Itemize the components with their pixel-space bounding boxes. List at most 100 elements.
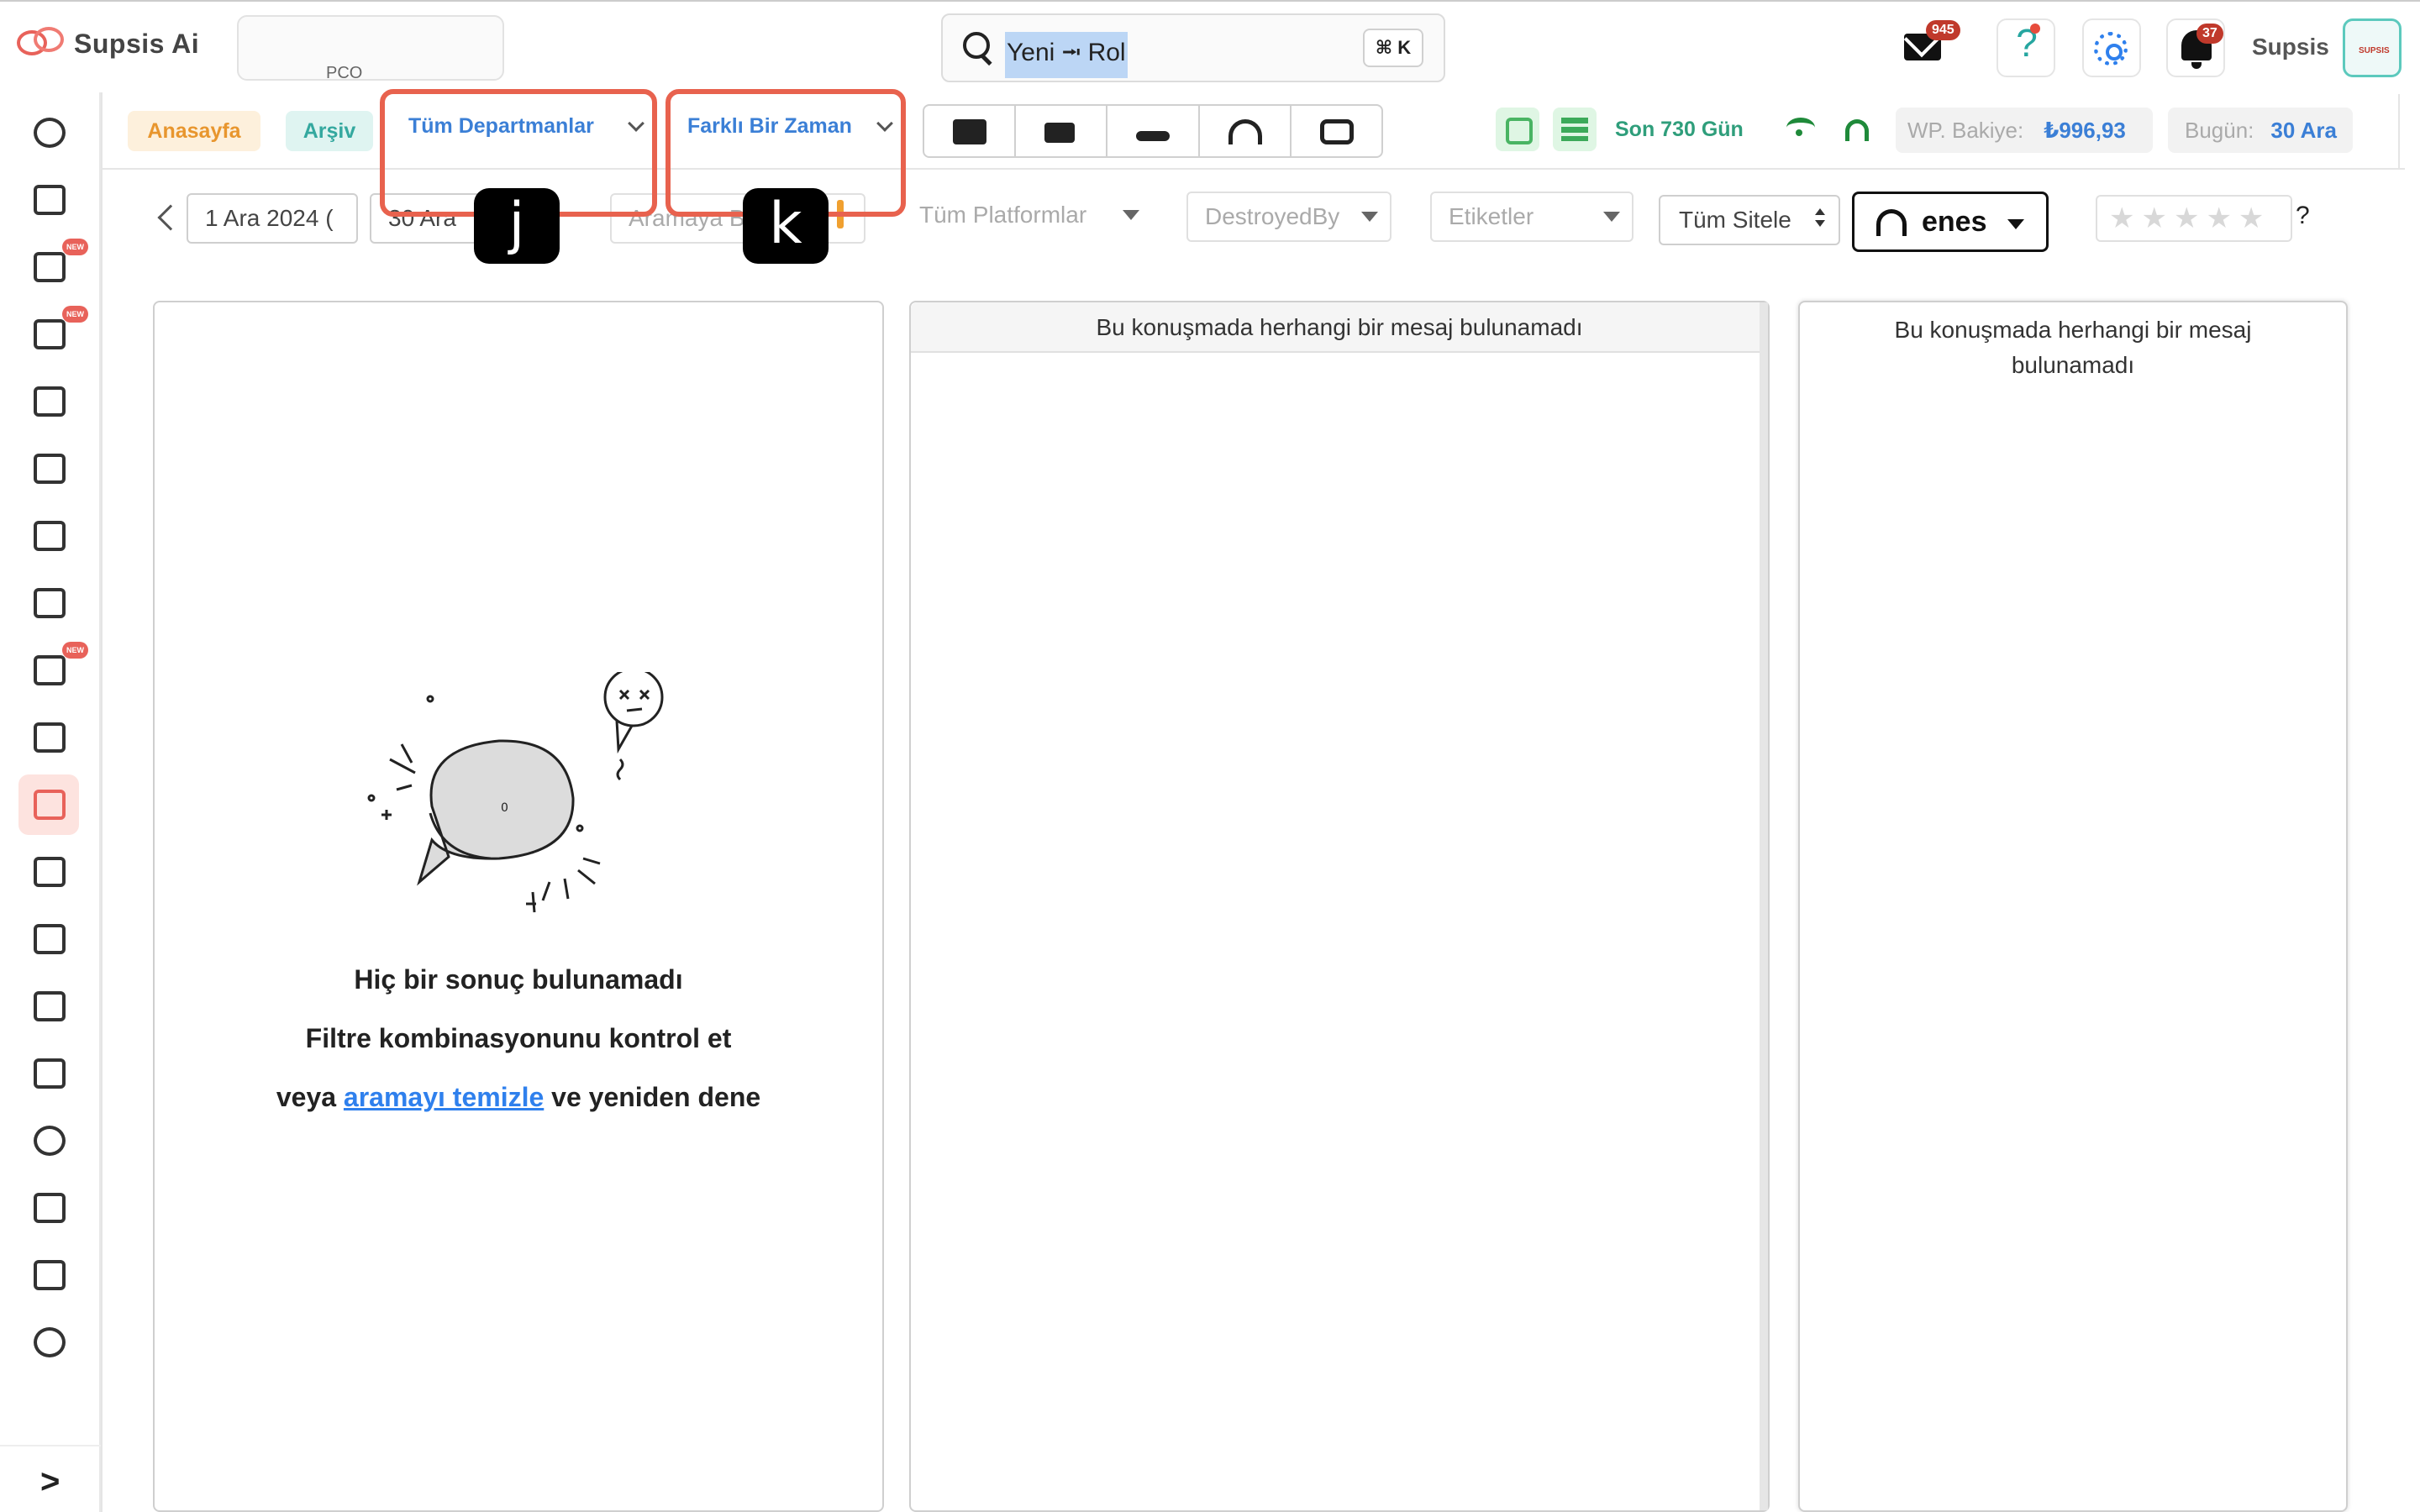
logo-bubbles-icon xyxy=(17,25,67,62)
archive-chip[interactable]: Arşiv xyxy=(286,111,373,151)
app-logo[interactable]: Supsis Ai xyxy=(17,25,199,62)
help-dot xyxy=(2030,24,2040,34)
new-badge: NEW xyxy=(62,642,88,659)
sidebar-item-mail[interactable] xyxy=(18,438,79,499)
sidebar-item-inbox[interactable] xyxy=(18,774,79,835)
flower-icon xyxy=(34,252,66,282)
sites-select[interactable]: Tüm Sitele xyxy=(1659,195,1840,245)
wp-balance: WP. Bakiye: ₺996,93 xyxy=(1896,108,2153,153)
search-input[interactable]: Yeni ⭲ Rol xyxy=(1005,32,1128,78)
list-icon xyxy=(34,588,66,618)
ticket-icon xyxy=(34,722,66,753)
new-badge: NEW xyxy=(62,306,88,323)
sidebar-item-gear[interactable] xyxy=(18,1110,79,1171)
period-label[interactable]: Son 730 Gün xyxy=(1615,118,1744,142)
sidebar-item-contact-card[interactable] xyxy=(18,371,79,432)
bubble-count: 0 xyxy=(501,801,508,815)
user-name[interactable]: Supsis xyxy=(2252,34,2329,60)
new-badge: NEW xyxy=(62,239,88,255)
platforms-dropdown[interactable]: Tüm Platformlar xyxy=(902,192,1151,242)
avatar[interactable]: SUPSIS xyxy=(2343,18,2402,77)
search-shortcut-hint: ⌘ K xyxy=(1363,29,1423,67)
sidebar-item-robot[interactable] xyxy=(18,170,79,230)
workspace-label: PCO xyxy=(326,64,363,82)
channel-agent-button[interactable] xyxy=(1200,106,1292,156)
sidebar: NEW NEW NEW > xyxy=(0,92,101,1512)
agent-name: enes xyxy=(1922,206,1987,238)
sidebar-item-ticket[interactable] xyxy=(18,707,79,768)
app-name: Supsis Ai xyxy=(74,28,200,59)
channel-video-button[interactable] xyxy=(1016,106,1108,156)
workspace-selector[interactable]: PCO xyxy=(237,15,504,82)
edit-list-icon xyxy=(34,655,66,685)
users-icon xyxy=(34,857,66,887)
sidebar-item-table[interactable]: NEW xyxy=(18,304,88,365)
table-icon xyxy=(34,319,66,349)
divider xyxy=(0,1445,101,1446)
sidebar-item-chat-bubble[interactable] xyxy=(18,102,79,163)
sidebar-item-flower[interactable]: NEW xyxy=(18,237,88,297)
sidebar-item-calendar[interactable] xyxy=(18,506,79,566)
conversation-list-panel: 0 Hiç bir sonuç bulunamadı Filtre kombin… xyxy=(153,301,884,1512)
video-icon xyxy=(1044,123,1076,143)
mail-count-badge: 945 xyxy=(1926,20,1960,40)
caret-down-icon xyxy=(2007,219,2024,229)
sidebar-item-share[interactable] xyxy=(18,1178,79,1238)
conversation-messages-panel: Bu konuşmada herhangi bir mesaj bulunama… xyxy=(909,301,1770,1512)
no-messages-text: Bu konuşmada herhangi bir mesaj bulunama… xyxy=(1894,317,2252,378)
no-messages-text: Bu konuşmada herhangi bir mesaj bulunama… xyxy=(911,302,1768,353)
global-search[interactable]: Yeni ⭲ Rol ⌘ K xyxy=(941,13,1445,82)
empty-state-illustration: 0 xyxy=(367,672,664,913)
start-date-field[interactable]: 1 Ara 2024 ( xyxy=(187,193,358,244)
caret-down-icon xyxy=(1603,212,1620,222)
sites-label: Tüm Sitele xyxy=(1679,207,1791,233)
divider xyxy=(2398,94,2400,170)
sidebar-item-grid[interactable] xyxy=(18,1043,79,1104)
scrollbar[interactable] xyxy=(1760,302,1768,1510)
missed-call-icon xyxy=(1136,131,1171,141)
wp-balance-label: WP. Bakiye: xyxy=(1907,118,2024,143)
chat-bubble-icon xyxy=(34,118,66,148)
pen-icon xyxy=(34,924,66,954)
sidebar-item-edit-list[interactable]: NEW xyxy=(18,640,88,701)
sidebar-collapse-button[interactable]: > xyxy=(40,1463,60,1501)
bot-icon xyxy=(1319,119,1354,144)
channel-chat-button[interactable] xyxy=(924,106,1017,156)
server-status-icon[interactable] xyxy=(1553,108,1597,151)
sidebar-item-lightning[interactable] xyxy=(18,976,79,1037)
robot-status-icon[interactable] xyxy=(1496,108,1539,151)
annotation-tag-k: k xyxy=(743,188,829,264)
sidebar-item-users[interactable] xyxy=(18,842,79,902)
sidebar-item-pen[interactable] xyxy=(18,909,79,969)
sidebar-item-list[interactable] xyxy=(18,573,79,633)
clear-search-link[interactable]: aramayı temizle xyxy=(344,1082,544,1112)
contact-card-icon xyxy=(34,386,66,417)
gear-icon xyxy=(2094,32,2128,66)
home-chip[interactable]: Anasayfa xyxy=(128,111,260,151)
wifi-icon xyxy=(1786,118,1815,138)
empty-title: Hiç bir sonuç bulunamadı xyxy=(354,964,683,995)
pie-chart-icon xyxy=(34,1327,66,1357)
search-icon xyxy=(963,32,997,66)
rating-filter[interactable]: ★★★★★ xyxy=(2096,195,2292,242)
today-date: Bugün: 30 Ara xyxy=(2168,108,2353,153)
rating-help-icon[interactable]: ? xyxy=(2296,202,2310,230)
mail-icon xyxy=(34,454,66,484)
today-label: Bugün: xyxy=(2185,118,2254,143)
tags-label: Etiketler xyxy=(1449,203,1534,229)
top-bar: Supsis Ai PCO Yeni ⭲ Rol ⌘ K 945 ? 37 Su… xyxy=(0,0,2420,92)
platforms-label: Tüm Platformlar xyxy=(919,202,1087,228)
channel-bot-button[interactable] xyxy=(1292,106,1381,156)
channel-call-button[interactable] xyxy=(1107,106,1200,156)
caret-down-icon xyxy=(1123,210,1139,220)
avatar-text: SUPSIS xyxy=(2359,46,2390,55)
sidebar-item-payment[interactable] xyxy=(18,1245,79,1305)
agent-select[interactable]: enes xyxy=(1852,192,2049,252)
empty-hint: Filtre kombinasyonunu kontrol et xyxy=(305,1023,732,1053)
empty-prefix: veya xyxy=(276,1082,337,1112)
tags-dropdown[interactable]: Etiketler xyxy=(1430,192,1634,242)
inbox-icon xyxy=(34,790,66,820)
robot-icon xyxy=(34,185,66,215)
destroyed-by-dropdown[interactable]: DestroyedBy xyxy=(1186,192,1392,242)
sidebar-item-pie-chart[interactable] xyxy=(18,1312,79,1373)
